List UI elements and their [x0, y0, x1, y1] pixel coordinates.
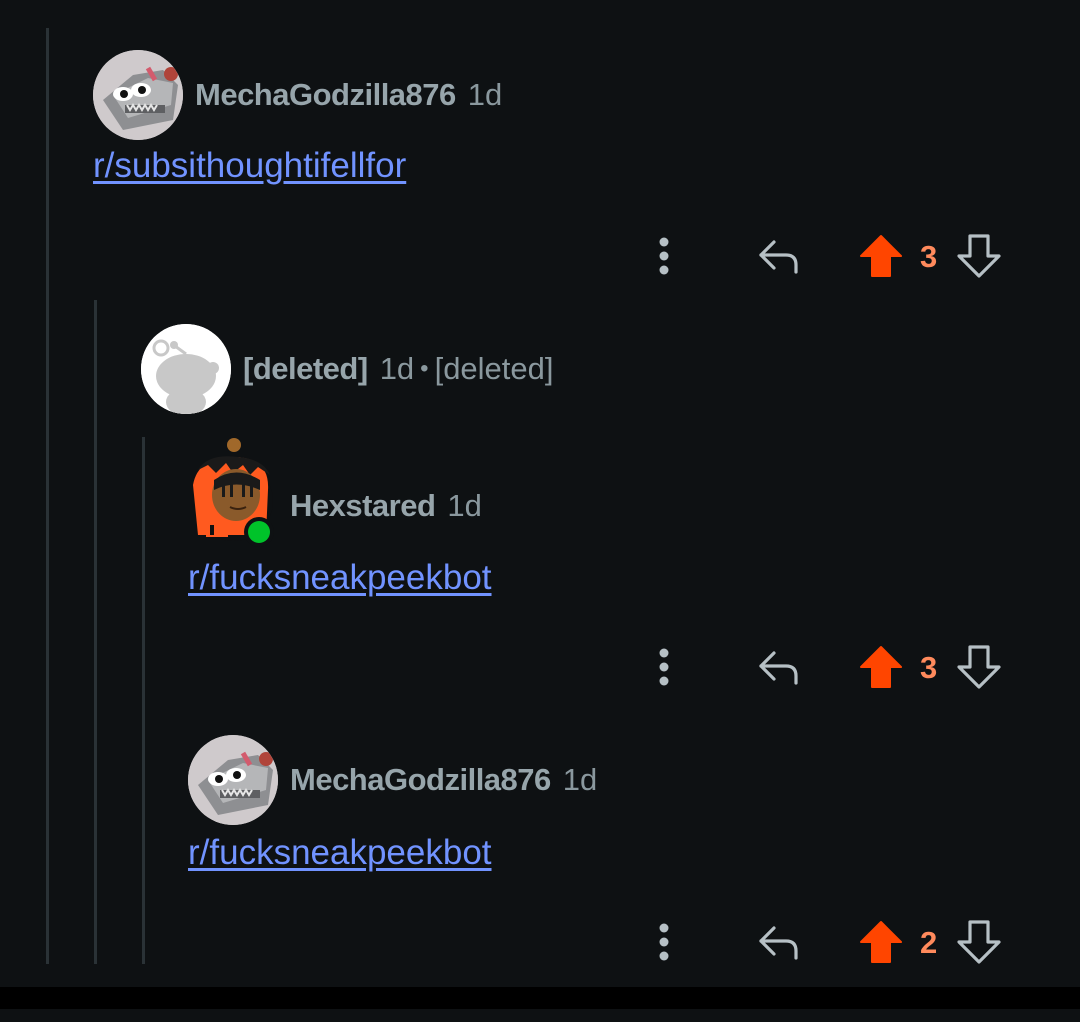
- more-options-button[interactable]: [644, 912, 684, 972]
- upvote-button[interactable]: [856, 226, 906, 286]
- reply-icon: [759, 240, 798, 274]
- upvote-arrow-icon: [860, 235, 902, 277]
- downvote-button[interactable]: [954, 226, 1004, 286]
- mecha-godzilla-avatar-icon[interactable]: [93, 50, 183, 140]
- comment-age: 1d: [467, 77, 503, 112]
- comment-header: MechaGodzilla876 1d: [188, 735, 597, 825]
- downvote-button[interactable]: [954, 637, 1004, 697]
- reply-button[interactable]: [752, 637, 806, 697]
- reply-button[interactable]: [752, 226, 806, 286]
- comment-author[interactable]: Hexstared: [290, 488, 436, 524]
- avatar-wrapper: [188, 435, 278, 547]
- thread-line-level-3[interactable]: [142, 437, 145, 964]
- downvote-button[interactable]: [954, 912, 1004, 972]
- downvote-arrow-icon: [957, 234, 1001, 278]
- default-snoo-avatar-icon[interactable]: [141, 324, 231, 414]
- more-options-icon: [659, 237, 669, 275]
- downvote-arrow-icon: [957, 920, 1001, 964]
- vote-count: 3: [920, 239, 938, 274]
- vote-count: 2: [920, 925, 938, 960]
- comment-actions: 3: [640, 637, 1020, 697]
- meta-separator: •: [420, 355, 429, 382]
- bottom-bar: [0, 987, 1080, 1009]
- comment-age: 1d: [562, 762, 598, 797]
- comment-header: [deleted] 1d • [deleted]: [141, 324, 554, 414]
- comment-author[interactable]: MechaGodzilla876: [290, 762, 551, 798]
- more-options-icon: [659, 648, 669, 686]
- more-options-icon: [659, 923, 669, 961]
- downvote-arrow-icon: [957, 645, 1001, 689]
- comment-age: 1d: [379, 351, 415, 386]
- upvote-button[interactable]: [856, 637, 906, 697]
- comment-age: 1d: [447, 488, 482, 523]
- thread-line-level-1[interactable]: [46, 28, 49, 964]
- vote-count: 3: [920, 650, 938, 685]
- more-options-button[interactable]: [644, 226, 684, 286]
- subreddit-link[interactable]: r/subsithoughtifellfor: [93, 146, 406, 186]
- thread-line-level-2[interactable]: [94, 300, 97, 964]
- upvote-button[interactable]: [856, 912, 906, 972]
- mecha-godzilla-avatar-icon[interactable]: [188, 735, 278, 825]
- online-status-indicator: [244, 517, 274, 547]
- reply-icon: [759, 926, 798, 960]
- subreddit-link[interactable]: r/fucksneakpeekbot: [188, 833, 492, 873]
- more-options-button[interactable]: [644, 637, 684, 697]
- comment-header: MechaGodzilla876 1d: [93, 50, 502, 140]
- comment-author[interactable]: MechaGodzilla876: [195, 77, 456, 113]
- reply-icon: [759, 651, 798, 685]
- comment-header: Hexstared 1d: [188, 435, 482, 547]
- user-flair: [deleted]: [434, 351, 554, 386]
- subreddit-link[interactable]: r/fucksneakpeekbot: [188, 558, 492, 598]
- upvote-arrow-icon: [860, 921, 902, 963]
- reply-button[interactable]: [752, 912, 806, 972]
- upvote-arrow-icon: [860, 646, 902, 688]
- comment-actions: 2: [640, 912, 1020, 972]
- comment-author[interactable]: [deleted]: [243, 351, 368, 387]
- comment-actions: 3: [640, 226, 1020, 286]
